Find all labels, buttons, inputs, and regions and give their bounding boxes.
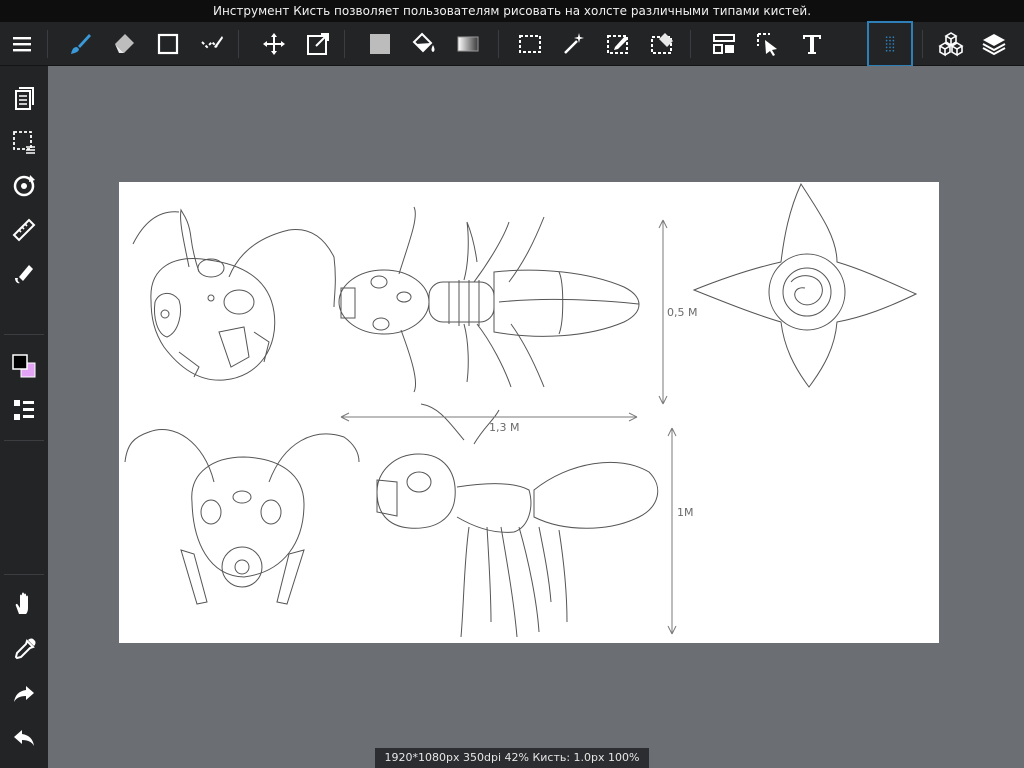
selection-options-icon <box>13 131 35 154</box>
selection-options-button[interactable] <box>6 124 42 160</box>
select-pen-button[interactable] <box>600 26 636 62</box>
rectangle-tool-button[interactable] <box>150 26 186 62</box>
ant-top-view-sketch <box>338 206 640 393</box>
text-icon <box>803 35 821 54</box>
rectangle-icon <box>157 33 179 55</box>
layers-button[interactable] <box>976 26 1012 62</box>
rotate-button[interactable] <box>6 168 42 204</box>
eyedropper-button[interactable] <box>6 632 42 668</box>
filter-button[interactable] <box>706 26 742 62</box>
rotate-icon <box>13 175 35 197</box>
selection-tool-button[interactable] <box>512 26 548 62</box>
layer-list-button[interactable] <box>6 392 42 428</box>
stroke-correction-button[interactable] <box>194 26 230 62</box>
head-front-view-sketch <box>124 428 360 605</box>
brush-icon <box>71 34 91 54</box>
height-bottom-label: 1M <box>677 506 694 519</box>
color-icon <box>12 354 36 378</box>
operation-icon <box>757 33 777 56</box>
move-tool-button[interactable] <box>256 26 292 62</box>
ruler-button[interactable] <box>6 212 42 248</box>
layer-list-icon <box>14 400 34 420</box>
stroke-correction-icon <box>201 36 223 49</box>
grid-button[interactable] <box>867 21 913 67</box>
top-toolbar <box>0 21 1024 67</box>
head-three-quarter-sketch <box>132 208 336 381</box>
eyedropper-icon <box>14 638 36 660</box>
fill-color-button[interactable] <box>362 26 398 62</box>
gradient-tool-button[interactable] <box>450 26 486 62</box>
gradient-icon <box>457 36 479 52</box>
select-eraser-button[interactable] <box>644 26 680 62</box>
transform-icon <box>307 33 329 55</box>
height-top-label: 0,5 M <box>667 306 697 319</box>
status-bar: 1920*1080px 350dpi 42% Кисть: 1.0px 100% <box>375 748 649 768</box>
hand-button[interactable] <box>6 586 42 622</box>
transform-tool-button[interactable] <box>300 26 336 62</box>
layers-icon <box>982 34 1006 56</box>
cocoon-top-view-sketch <box>692 182 918 388</box>
fill-tool-button[interactable] <box>6 256 42 292</box>
bucket-icon <box>412 32 435 53</box>
ant-sketch: 1,3 M 0,5 M 1M <box>124 182 918 638</box>
operation-tool-button[interactable] <box>750 26 786 62</box>
fill-color-icon <box>370 34 390 54</box>
pages-icon <box>15 87 34 110</box>
left-sidebar <box>0 66 48 768</box>
grid-icon <box>885 36 895 52</box>
tool-tip-text: Инструмент Кисть позволяет пользователям… <box>212 4 812 18</box>
eraser-tool-button[interactable] <box>106 26 142 62</box>
magic-wand-button[interactable] <box>556 26 592 62</box>
3d-material-button[interactable] <box>933 26 969 62</box>
redo-button[interactable] <box>6 676 42 712</box>
hand-icon <box>15 592 28 614</box>
brush-tool-button[interactable] <box>62 26 98 62</box>
redo-icon <box>14 686 34 702</box>
select-pen-icon <box>607 35 628 54</box>
eraser-icon <box>115 34 134 53</box>
menu-icon <box>13 37 31 52</box>
magic-wand-icon <box>564 33 584 54</box>
drawing-canvas[interactable]: 1,3 M 0,5 M 1M <box>119 182 939 643</box>
select-eraser-icon <box>651 33 673 54</box>
ruler-icon <box>12 218 36 242</box>
move-icon <box>263 33 285 55</box>
text-tool-button[interactable] <box>794 26 830 62</box>
3d-material-icon <box>938 32 964 57</box>
menu-button[interactable] <box>4 26 40 62</box>
undo-icon <box>14 730 34 746</box>
ant-side-view-sketch <box>376 403 659 638</box>
bucket-tool-button[interactable] <box>406 26 442 62</box>
selection-icon <box>519 35 541 53</box>
color-button[interactable] <box>6 348 42 384</box>
tool-tip-bar: Инструмент Кисть позволяет пользователям… <box>0 0 1024 22</box>
filter-icon <box>713 34 735 54</box>
fill-tool-icon <box>15 265 33 284</box>
undo-button[interactable] <box>6 720 42 756</box>
pages-button[interactable] <box>6 80 42 116</box>
status-text: 1920*1080px 350dpi 42% Кисть: 1.0px 100% <box>384 751 640 764</box>
width-top-label: 1,3 M <box>489 421 519 434</box>
